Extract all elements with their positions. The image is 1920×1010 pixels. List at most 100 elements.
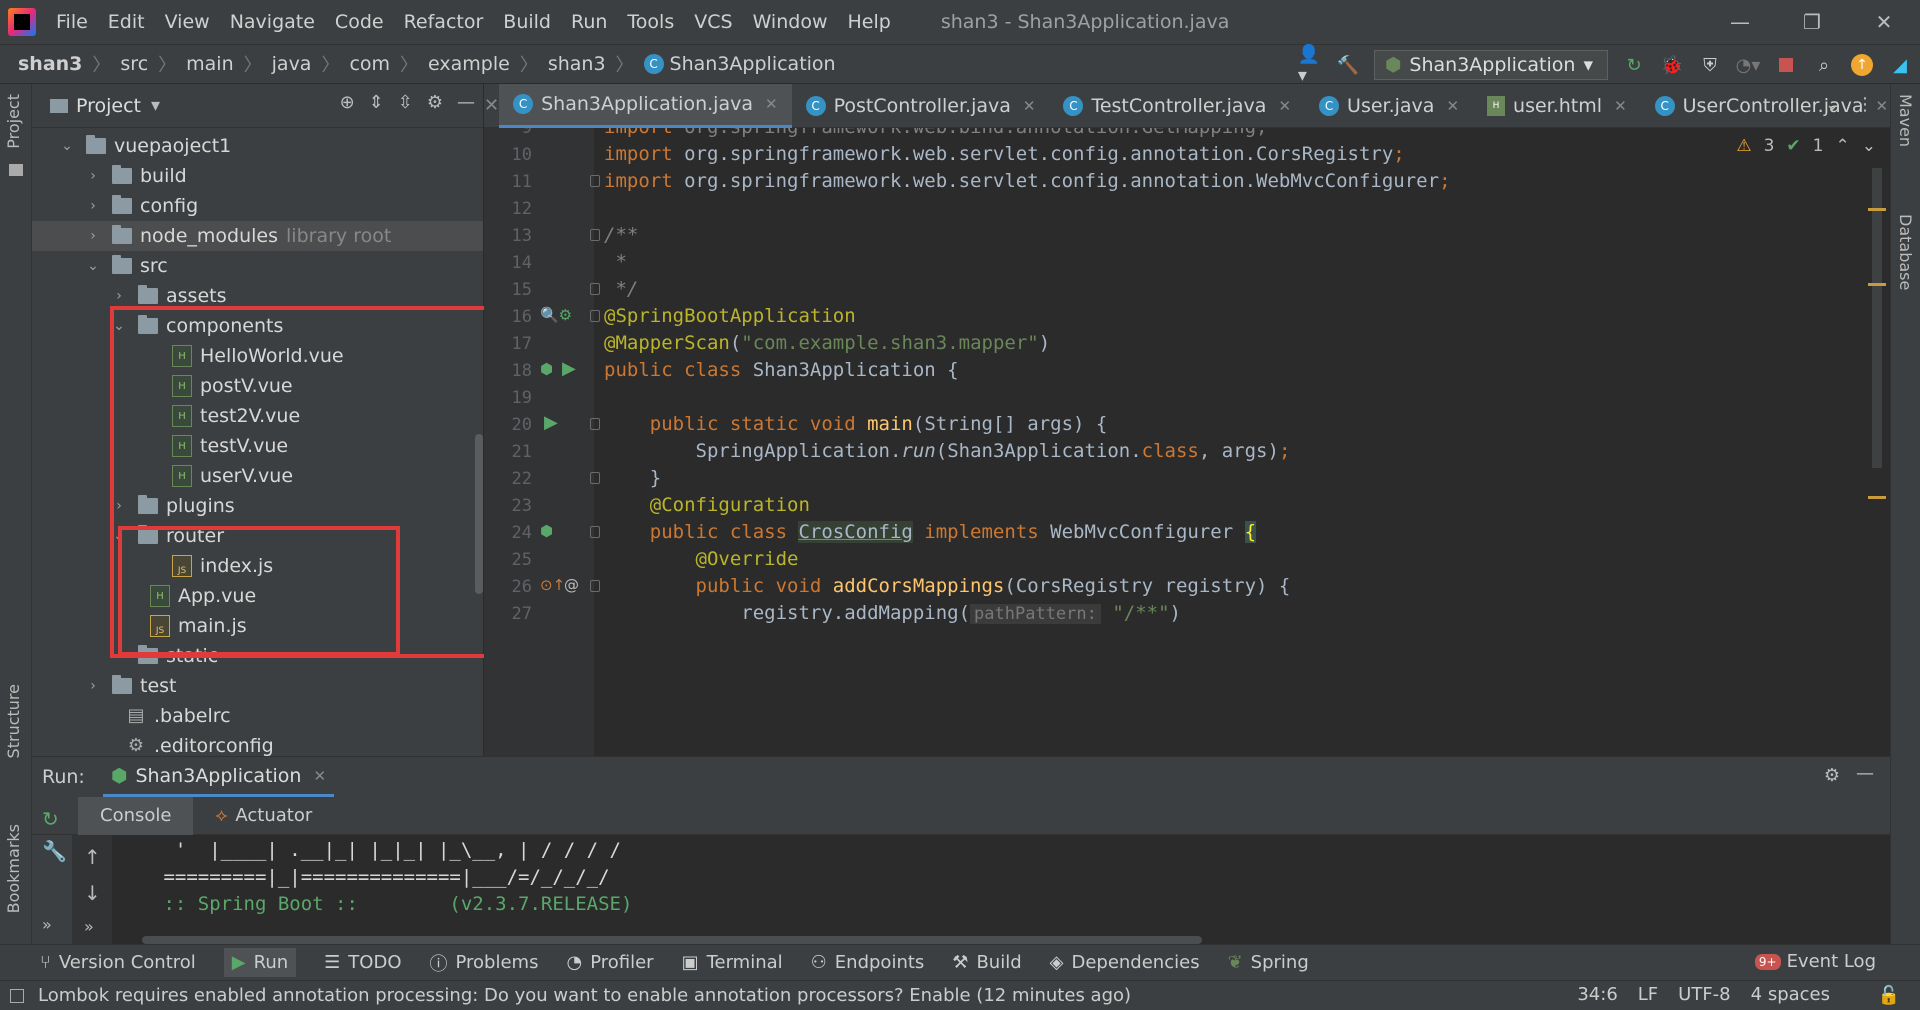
tw-todo[interactable]: ☰ TODO	[324, 952, 401, 973]
spring-boot-run-icon[interactable]: ⬢	[540, 360, 553, 378]
menu-view[interactable]: View	[165, 11, 210, 33]
code-with-me-icon[interactable]: ◢	[1888, 53, 1912, 77]
menu-code[interactable]: Code	[335, 11, 384, 33]
minimize-button[interactable]: —	[1704, 0, 1776, 44]
chevron-down-icon[interactable]: ⌄	[1825, 94, 1840, 115]
tree-item-editorconfig[interactable]: ⚙ .editorconfig	[32, 731, 483, 756]
locate-icon[interactable]: ⊕	[340, 92, 355, 113]
status-message[interactable]: Lombok requires enabled annotation proce…	[38, 985, 1131, 1006]
override-icon[interactable]: ⊙↑	[540, 576, 565, 594]
spring-bean-icon[interactable]: 🔍⚙	[540, 306, 572, 324]
code-editor[interactable]: 9 10 11 12 13 14 15 16 17 18 19 20 21 22…	[484, 128, 1890, 756]
profiler-icon[interactable]: ◔▾	[1736, 53, 1761, 77]
chevron-right-icon[interactable]: ›	[86, 168, 100, 184]
close-icon[interactable]: ✕	[1614, 97, 1627, 115]
tw-profiler[interactable]: ◔ Profiler	[566, 952, 653, 973]
tree-item-src[interactable]: ⌄ src	[32, 251, 483, 281]
tw-endpoints[interactable]: ⚇ Endpoints	[811, 952, 925, 973]
tab-shan3application[interactable]: C Shan3Application.java ✕	[499, 83, 792, 128]
wrench-icon[interactable]: 🔧	[42, 839, 67, 863]
menu-refactor[interactable]: Refactor	[404, 11, 484, 33]
inspection-widget[interactable]: ⚠ 3 ✔ 1 ⌃ ⌄	[1736, 136, 1876, 156]
project-panel-title[interactable]: Project	[76, 95, 141, 117]
database-tool-tab[interactable]: Database	[1896, 214, 1915, 290]
tw-terminal[interactable]: ▣ Terminal	[682, 952, 783, 973]
breadcrumb-src[interactable]: src	[120, 53, 148, 75]
gear-icon[interactable]: ⚙	[1824, 765, 1840, 786]
tab-user-html[interactable]: Huser.html ✕	[1473, 84, 1641, 128]
menu-file[interactable]: File	[56, 11, 88, 33]
chevron-right-icon[interactable]: ›	[86, 678, 100, 694]
lock-icon[interactable]: 🔓	[1878, 985, 1900, 1006]
bookmarks-tool-tab[interactable]: Bookmarks	[4, 824, 23, 913]
close-icon[interactable]: ✕	[1278, 97, 1291, 115]
build-hammer-icon[interactable]: 🔨	[1336, 53, 1360, 77]
breadcrumb-main[interactable]: main	[186, 53, 233, 75]
tw-dependencies[interactable]: ◈ Dependencies	[1050, 952, 1200, 973]
menu-vcs[interactable]: VCS	[694, 11, 732, 33]
close-icon[interactable]: ✕	[313, 767, 326, 785]
update-arrow-icon[interactable]: ↑	[1850, 53, 1874, 77]
tw-problems[interactable]: ⓘ Problems	[430, 950, 539, 976]
restore-button[interactable]: ❐	[1776, 0, 1848, 44]
hide-icon[interactable]: —	[1856, 763, 1874, 784]
tw-run[interactable]: ▶ Run	[223, 948, 297, 977]
breadcrumb-com[interactable]: com	[349, 53, 390, 75]
fold-marker-icon[interactable]	[590, 472, 600, 484]
expand-icon[interactable]: »	[84, 917, 94, 936]
chevron-down-icon[interactable]: ⌄	[1862, 136, 1876, 156]
run-play-icon[interactable]: ▶	[544, 412, 558, 433]
tab-user-java[interactable]: C User.java ✕	[1305, 84, 1473, 128]
menu-edit[interactable]: Edit	[108, 11, 145, 33]
tree-item-node-modules[interactable]: › node_modules library root	[32, 221, 483, 251]
expand-icon[interactable]: »	[42, 915, 52, 934]
tab-postcontroller[interactable]: C PostController.java ✕	[792, 84, 1050, 128]
close-icon[interactable]: ✕	[484, 95, 499, 116]
close-icon[interactable]: ✕	[1023, 97, 1036, 115]
console-h-scrollbar[interactable]	[142, 936, 1202, 944]
fold-marker-icon[interactable]	[590, 310, 600, 322]
line-separator[interactable]: LF	[1638, 984, 1658, 1005]
fold-marker-icon[interactable]	[590, 283, 600, 295]
tab-actuator[interactable]: ⟡ Actuator	[193, 797, 334, 835]
fold-marker-icon[interactable]	[590, 580, 600, 592]
user-account-icon[interactable]: 👤▾	[1298, 44, 1322, 86]
breadcrumb-shan3[interactable]: shan3	[18, 53, 82, 75]
close-window-button[interactable]: ✕	[1848, 0, 1920, 44]
debug-bug-icon[interactable]: 🐞	[1660, 53, 1684, 77]
tree-item-build[interactable]: › build	[32, 161, 483, 191]
breadcrumb-java[interactable]: java	[272, 53, 312, 75]
editor-scrollbar[interactable]	[1872, 168, 1882, 468]
chevron-down-icon[interactable]: ▾	[151, 95, 160, 116]
project-tool-tab[interactable]: Project	[4, 94, 23, 149]
coverage-shield-icon[interactable]: ⛨	[1698, 53, 1722, 77]
chevron-up-icon[interactable]: ⌃	[1836, 136, 1850, 156]
search-icon[interactable]: ⌕	[1812, 53, 1836, 77]
tree-item-babelrc[interactable]: ▤ .babelrc	[32, 701, 483, 731]
tab-console[interactable]: Console	[78, 796, 194, 835]
fold-marker-icon[interactable]	[590, 175, 600, 187]
fold-marker-icon[interactable]	[590, 418, 600, 430]
menu-help[interactable]: Help	[847, 11, 890, 33]
chevron-right-icon[interactable]: ›	[86, 228, 100, 244]
run-play-icon[interactable]: ▶	[562, 358, 576, 379]
fold-marker-icon[interactable]	[590, 526, 600, 538]
rerun-icon[interactable]: ↻	[1622, 53, 1646, 77]
close-icon[interactable]: ✕	[1446, 97, 1459, 115]
structure-tool-tab[interactable]: Structure	[4, 684, 23, 758]
breadcrumb-class[interactable]: Shan3Application	[670, 53, 836, 75]
menu-tools[interactable]: Tools	[627, 11, 674, 33]
warning-marker[interactable]	[1868, 208, 1886, 211]
chevron-right-icon[interactable]: ›	[86, 198, 100, 214]
tree-item-vuepaoject1[interactable]: ⌄ vuepaoject1	[32, 131, 483, 161]
expand-all-icon[interactable]: ⇕	[369, 92, 384, 113]
file-encoding[interactable]: UTF-8	[1678, 984, 1730, 1005]
stop-icon[interactable]	[1774, 53, 1798, 77]
event-log-button[interactable]: 9+ Event Log	[1754, 951, 1876, 972]
chevron-right-icon[interactable]: ›	[112, 288, 126, 304]
warning-marker[interactable]	[1868, 496, 1886, 499]
menu-build[interactable]: Build	[503, 11, 551, 33]
run-config-dropdown[interactable]: ⬢ Shan3Application ▾	[1373, 50, 1608, 80]
scroll-up-icon[interactable]: ↑	[84, 845, 101, 869]
chevron-down-icon[interactable]: ⌄	[86, 258, 100, 274]
